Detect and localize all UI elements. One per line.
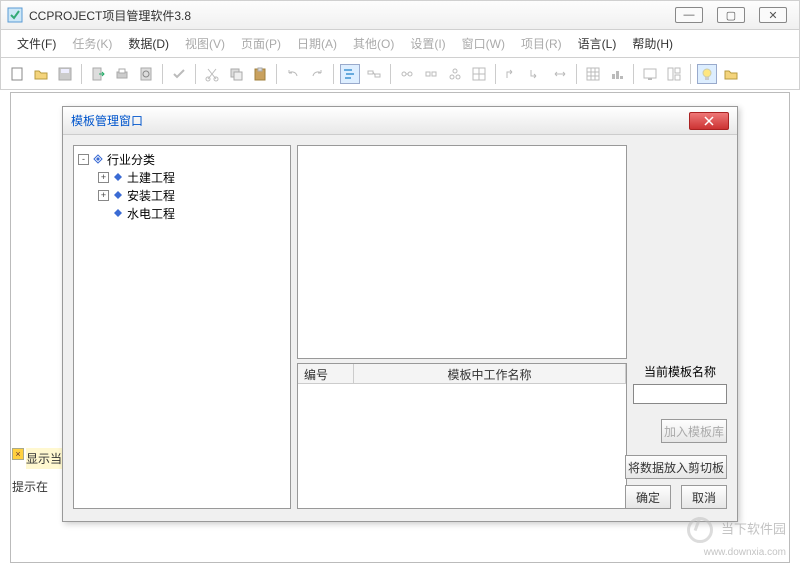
watermark-name: 当下软件园 (721, 521, 786, 536)
link2-icon[interactable] (526, 64, 546, 84)
diamond-icon (111, 208, 125, 218)
tree-item[interactable]: + 土建工程 (78, 168, 286, 186)
hint-text-2: 提示在 (12, 478, 48, 495)
list-panel[interactable]: 编号 模板中工作名称 (297, 363, 627, 509)
window-title: CCPROJECT项目管理软件3.8 (29, 7, 675, 24)
open-icon[interactable] (31, 64, 51, 84)
tree-item-label: 土建工程 (127, 169, 175, 186)
close-icon (703, 116, 715, 126)
template-name-input[interactable] (633, 384, 727, 404)
template-dialog: 模板管理窗口 - 行业分类 + 土建工程 + 安装工程 (62, 106, 738, 522)
menu-page[interactable]: 页面(P) (233, 31, 289, 56)
hint-text-1: 显示当 (26, 448, 62, 469)
save-icon[interactable] (55, 64, 75, 84)
toolbar-separator (276, 64, 277, 84)
menubar: 文件(F) 任务(K) 数据(D) 视图(V) 页面(P) 日期(A) 其他(O… (0, 30, 800, 58)
toolbar-separator (576, 64, 577, 84)
preview-icon[interactable] (136, 64, 156, 84)
tree-item[interactable]: 水电工程 (78, 204, 286, 222)
window-controls: — ▢ ✕ (675, 7, 787, 23)
dialog-title: 模板管理窗口 (71, 112, 689, 129)
link3-icon[interactable] (550, 64, 570, 84)
new-icon[interactable] (7, 64, 27, 84)
cancel-button[interactable]: 取消 (681, 485, 727, 509)
diamond-icon (111, 190, 125, 200)
minimize-button[interactable]: — (675, 7, 703, 23)
tree-item-label: 水电工程 (127, 205, 175, 222)
diamond-icon (111, 172, 125, 182)
preview-panel (297, 145, 627, 359)
export-icon[interactable] (88, 64, 108, 84)
menu-project[interactable]: 项目(R) (513, 31, 570, 56)
toolbar-separator (162, 64, 163, 84)
layout-icon[interactable] (664, 64, 684, 84)
watermark: 当下软件园 www.downxia.com (687, 517, 786, 559)
chart-icon[interactable] (607, 64, 627, 84)
menu-date[interactable]: 日期(A) (289, 31, 345, 56)
screen-icon[interactable] (640, 64, 660, 84)
tree-item[interactable]: + 安装工程 (78, 186, 286, 204)
menu-other[interactable]: 其他(O) (345, 31, 402, 56)
dialog-body: - 行业分类 + 土建工程 + 安装工程 水电工程 (63, 135, 737, 521)
menu-window[interactable]: 窗口(W) (454, 31, 513, 56)
right-controls: 当前模板名称 (633, 363, 727, 404)
menu-data[interactable]: 数据(D) (120, 31, 177, 56)
network-icon[interactable] (364, 64, 384, 84)
menu-settings[interactable]: 设置(I) (402, 31, 453, 56)
menu-file[interactable]: 文件(F) (9, 31, 64, 56)
check-icon[interactable] (169, 64, 189, 84)
tree-item-label: 安装工程 (127, 187, 175, 204)
maximize-button[interactable]: ▢ (717, 7, 745, 23)
add-template-button[interactable]: 加入模板库 (661, 419, 727, 443)
diamond-icon (91, 154, 105, 164)
node3-icon[interactable] (445, 64, 465, 84)
toolbar-separator (195, 64, 196, 84)
column-number[interactable]: 编号 (298, 364, 354, 383)
link1-icon[interactable] (502, 64, 522, 84)
titlebar: CCPROJECT项目管理软件3.8 — ▢ ✕ (0, 0, 800, 30)
gantt-icon[interactable] (340, 64, 360, 84)
dialog-close-button[interactable] (689, 112, 729, 130)
tree-root-label: 行业分类 (107, 151, 155, 168)
bulb-icon[interactable] (697, 64, 717, 84)
expand-icon[interactable]: + (98, 172, 109, 183)
copy-icon[interactable] (226, 64, 246, 84)
menu-language[interactable]: 语言(L) (570, 31, 625, 56)
hint-close-icon[interactable]: × (12, 448, 24, 460)
toolbar-separator (690, 64, 691, 84)
watermark-url: www.downxia.com (704, 547, 786, 558)
toolbar-separator (81, 64, 82, 84)
print-icon[interactable] (112, 64, 132, 84)
ok-button[interactable]: 确定 (625, 485, 671, 509)
tree-root[interactable]: - 行业分类 (78, 150, 286, 168)
toolbar-separator (390, 64, 391, 84)
watermark-logo-icon (687, 517, 713, 543)
node2-icon[interactable] (421, 64, 441, 84)
menu-task[interactable]: 任务(K) (64, 31, 120, 56)
current-template-label: 当前模板名称 (633, 363, 727, 380)
paste-icon[interactable] (250, 64, 270, 84)
list-header: 编号 模板中工作名称 (298, 364, 626, 384)
folder-icon[interactable] (721, 64, 741, 84)
menu-view[interactable]: 视图(V) (177, 31, 233, 56)
node4-icon[interactable] (469, 64, 489, 84)
undo-icon[interactable] (283, 64, 303, 84)
app-icon (7, 7, 23, 23)
toolbar-separator (495, 64, 496, 84)
toolbar-separator (633, 64, 634, 84)
expand-icon[interactable]: + (98, 190, 109, 201)
collapse-icon[interactable]: - (78, 154, 89, 165)
dialog-titlebar[interactable]: 模板管理窗口 (63, 107, 737, 135)
tree-panel[interactable]: - 行业分类 + 土建工程 + 安装工程 水电工程 (73, 145, 291, 509)
cut-icon[interactable] (202, 64, 222, 84)
grid-icon[interactable] (583, 64, 603, 84)
menu-help[interactable]: 帮助(H) (624, 31, 681, 56)
toolbar-separator (333, 64, 334, 84)
clipboard-button[interactable]: 将数据放入剪切板 (625, 455, 727, 479)
close-button[interactable]: ✕ (759, 7, 787, 23)
column-name[interactable]: 模板中工作名称 (354, 364, 626, 383)
redo-icon[interactable] (307, 64, 327, 84)
node1-icon[interactable] (397, 64, 417, 84)
toolbar (0, 58, 800, 90)
